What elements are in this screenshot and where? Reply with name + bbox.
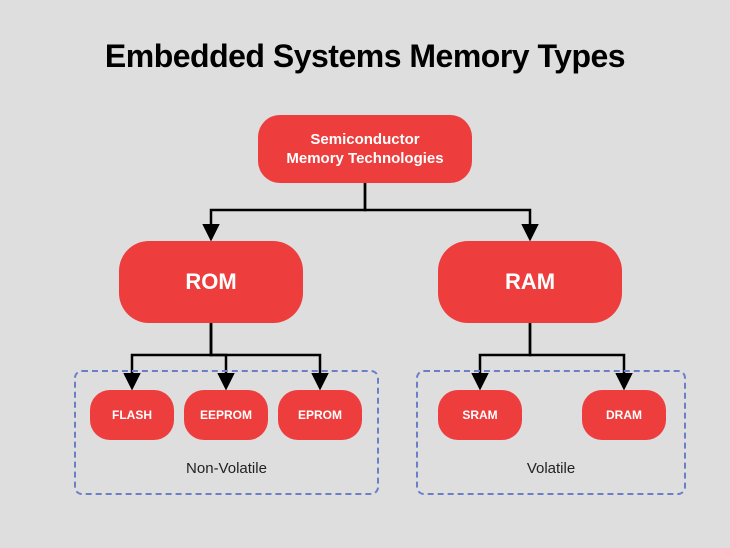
node-flash: FLASH <box>90 390 174 440</box>
page-title: Embedded Systems Memory Types <box>0 38 730 75</box>
node-eprom: EPROM <box>278 390 362 440</box>
label-nonvolatile: Non-Volatile <box>74 460 379 477</box>
node-rom: ROM <box>119 241 303 323</box>
node-eeprom: EEPROM <box>184 390 268 440</box>
node-ram: RAM <box>438 241 622 323</box>
node-sram: SRAM <box>438 390 522 440</box>
node-root: SemiconductorMemory Technologies <box>258 115 472 183</box>
label-volatile: Volatile <box>416 460 686 477</box>
node-dram: DRAM <box>582 390 666 440</box>
